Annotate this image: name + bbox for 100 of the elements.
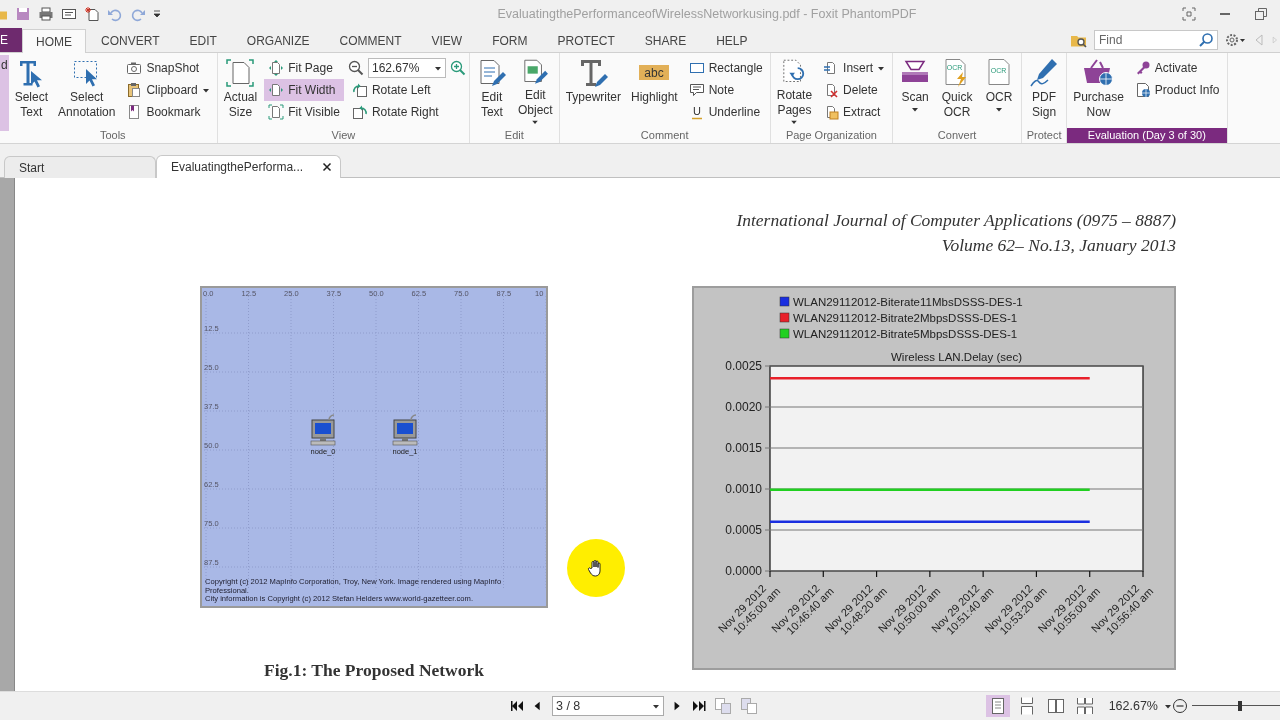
last-page-icon[interactable] bbox=[692, 699, 706, 713]
ribbon-tab[interactable]: HELP bbox=[701, 30, 763, 52]
legend-label: WLAN29112012-Bitrate5MbpsDSSS-DES-1 bbox=[793, 327, 1018, 340]
rectangle-icon bbox=[688, 60, 705, 76]
ribbon-button[interactable]: Activate bbox=[1130, 57, 1224, 79]
ribbon-button[interactable]: Select Text bbox=[11, 55, 52, 127]
fullscreen-icon[interactable] bbox=[1182, 7, 1196, 21]
group-label: Comment bbox=[639, 128, 690, 143]
ribbon-button[interactable]: Rotate Right bbox=[347, 101, 466, 123]
ribbon-tab[interactable]: HOME bbox=[22, 29, 86, 53]
group-label: View bbox=[330, 128, 357, 143]
document-tab[interactable]: Start bbox=[4, 156, 156, 178]
ribbon-tab[interactable]: FORM bbox=[477, 30, 543, 52]
ribbon-button[interactable]: Note bbox=[684, 79, 767, 101]
save-icon[interactable] bbox=[15, 6, 31, 22]
group-label: Edit bbox=[503, 128, 525, 143]
fit-page-icon bbox=[268, 60, 285, 76]
ribbon-button[interactable]: abc Highlight bbox=[628, 55, 681, 127]
rotate-right-icon bbox=[351, 104, 368, 120]
close-icon[interactable] bbox=[322, 162, 332, 172]
legend-label: WLAN29112012-Biterate11MbsDSSS-DES-1 bbox=[793, 295, 1023, 308]
y-tick-label: 0.0005 bbox=[725, 523, 762, 537]
document-tab[interactable]: EvaluatingthePerforma... bbox=[156, 155, 341, 178]
group-label: Page Organization bbox=[784, 128, 878, 143]
ribbon-button[interactable]: Product Info bbox=[1130, 79, 1224, 101]
note-icon bbox=[688, 82, 705, 98]
ribbon-tab[interactable]: COMMENT bbox=[324, 30, 417, 52]
rotate-left-icon bbox=[351, 82, 368, 98]
journal-header: Volume 62– No.13, January 2013 bbox=[940, 234, 1176, 257]
ribbon-button[interactable]: SnapShot bbox=[122, 57, 214, 79]
ribbon-button[interactable]: Extract bbox=[819, 101, 890, 123]
ribbon-button[interactable]: Bookmark bbox=[122, 101, 214, 123]
ribbon-button[interactable]: Edit Text bbox=[472, 55, 511, 127]
basket-globe-icon bbox=[1082, 57, 1115, 89]
ribbon-button[interactable]: Actual Size bbox=[220, 55, 261, 127]
window-title: EvaluatingthePerformanceofWirelessNetworkusing.pdf - Foxit PhantomPDF bbox=[496, 7, 918, 21]
ribbon-button[interactable]: Fit Page bbox=[264, 57, 344, 79]
ribbon-button[interactable]: Scan bbox=[896, 55, 935, 127]
ribbon-button[interactable]: Fit Visible bbox=[264, 101, 344, 123]
ribbon-tab[interactable]: CONVERT bbox=[86, 30, 175, 52]
customize-caret-icon[interactable] bbox=[153, 10, 161, 18]
find-field[interactable]: Find bbox=[1094, 30, 1218, 50]
zoom-out-button[interactable] bbox=[347, 60, 364, 76]
new-document-icon[interactable] bbox=[84, 6, 100, 22]
ribbon-button[interactable]: U Underline bbox=[684, 101, 767, 123]
ribbon-button[interactable]: Typewriter bbox=[562, 55, 624, 127]
zoom-in-button[interactable] bbox=[449, 60, 466, 76]
file-tab[interactable]: E bbox=[0, 28, 22, 52]
legend-label: WLAN29112012-Bitrate2MbpsDSSS-DES-1 bbox=[793, 311, 1018, 324]
restore-icon[interactable] bbox=[1254, 7, 1268, 21]
y-tick-label: 0.0025 bbox=[725, 359, 762, 373]
fit-visible-icon bbox=[268, 104, 285, 120]
search-icon[interactable] bbox=[1198, 32, 1214, 48]
zoom-out-icon bbox=[347, 60, 364, 76]
envelope-icon[interactable] bbox=[61, 6, 77, 22]
view-mode-button[interactable] bbox=[985, 695, 1010, 717]
ribbon-tab[interactable]: ORGANIZE bbox=[231, 30, 325, 52]
first-page-icon[interactable] bbox=[510, 699, 524, 713]
clipboard-icon bbox=[126, 82, 143, 98]
group-label: Tools bbox=[98, 128, 127, 143]
printer-icon[interactable] bbox=[38, 6, 54, 22]
y-tick-label: 0.0000 bbox=[725, 564, 762, 578]
ribbon-button[interactable]: d bbox=[0, 55, 9, 131]
y-tick-label: 0.0015 bbox=[725, 441, 762, 455]
ribbon-tab[interactable]: EDIT bbox=[174, 30, 232, 52]
caret-icon bbox=[1164, 702, 1172, 710]
zoom-field[interactable]: 162.67% bbox=[367, 58, 446, 78]
page-field[interactable]: 3 / 8 bbox=[552, 696, 664, 716]
ribbon-button[interactable]: Rectangle bbox=[684, 57, 767, 79]
ribbon-button[interactable]: Rotate Pages bbox=[773, 55, 816, 127]
y-tick-label: 0.0010 bbox=[725, 482, 762, 496]
ribbon-tab[interactable]: PROTECT bbox=[542, 30, 630, 52]
ribbon-button[interactable]: Fit Width bbox=[264, 79, 344, 101]
fit-width-icon bbox=[268, 82, 285, 98]
ribbon-button[interactable]: Select Annotation bbox=[55, 55, 119, 127]
ribbon-button[interactable]: Insert bbox=[819, 57, 890, 79]
journal-header: International Journal of Computer Applications (0975 – 8887) bbox=[735, 209, 1176, 232]
computer-node-icon bbox=[392, 414, 418, 446]
camera-icon bbox=[126, 60, 143, 76]
continuous-facing-icon bbox=[1075, 697, 1094, 715]
ribbon-button[interactable]: Rotate Left bbox=[347, 79, 466, 101]
ribbon-button[interactable]: Purchase Now bbox=[1070, 55, 1127, 127]
ribbon-button[interactable]: Clipboard bbox=[122, 79, 214, 101]
ribbon-tab[interactable]: VIEW bbox=[416, 30, 478, 52]
facing-pages-icon bbox=[1046, 697, 1065, 715]
zoom-in-icon bbox=[449, 60, 466, 76]
zoom-out-icon[interactable] bbox=[1172, 698, 1188, 714]
zoom-slider[interactable] bbox=[1192, 700, 1280, 712]
ribbon-button[interactable]: Delete bbox=[819, 79, 890, 101]
computer-node-icon bbox=[310, 414, 336, 446]
ribbon-tab[interactable]: SHARE bbox=[629, 30, 702, 52]
slider-thumb[interactable] bbox=[1238, 701, 1243, 711]
figure-caption: Fig.1: The Proposed Network bbox=[262, 660, 485, 681]
ribbon-button[interactable]: PDF Sign bbox=[1025, 55, 1064, 127]
document-globe-icon bbox=[1134, 82, 1151, 98]
ribbon-button[interactable]: Edit Object bbox=[514, 55, 556, 127]
y-tick-label: 0.0020 bbox=[725, 400, 762, 414]
caret-icon bbox=[433, 64, 442, 72]
caret-icon bbox=[652, 702, 660, 710]
zoom-level-text: 162.67% bbox=[1108, 699, 1158, 713]
